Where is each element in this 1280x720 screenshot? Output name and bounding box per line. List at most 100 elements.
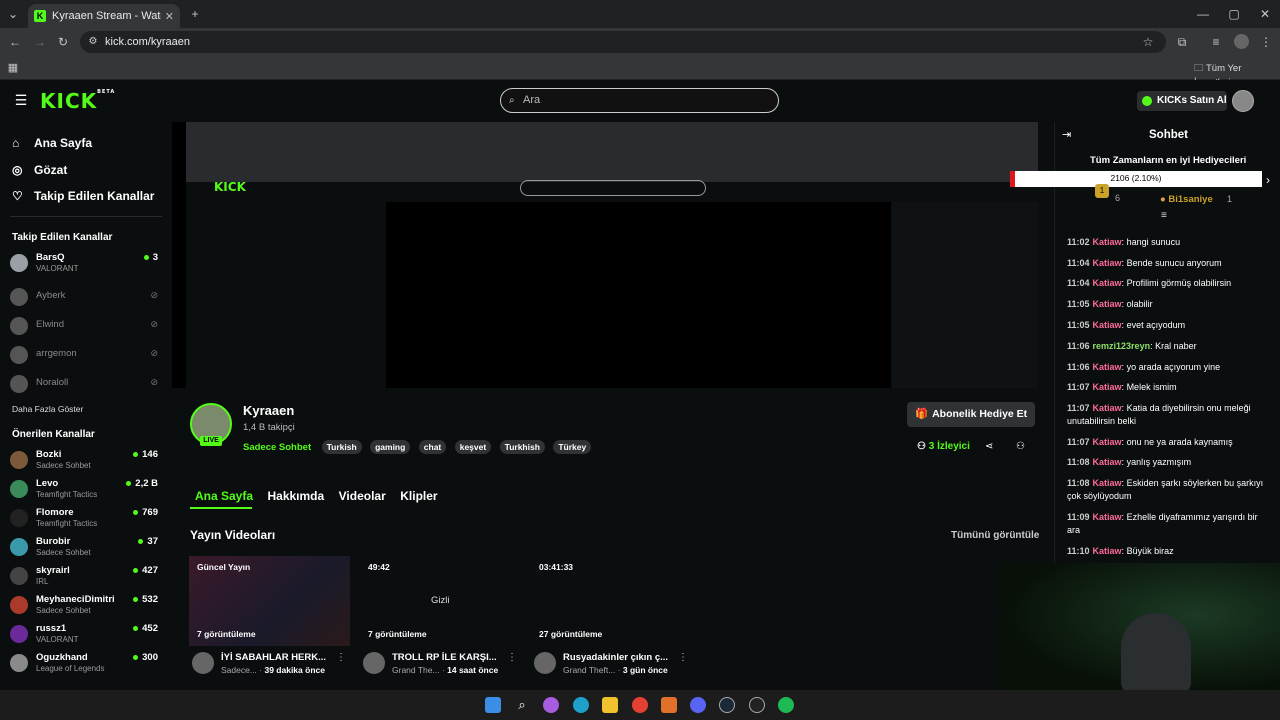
collapse-chat-icon[interactable]: ⇥ xyxy=(1062,128,1071,141)
kick-logo[interactable]: KICKBETA xyxy=(40,89,115,113)
browser-profile-avatar[interactable] xyxy=(1234,34,1249,49)
video-options-icon[interactable]: ⋮ xyxy=(336,652,346,663)
followed-channel[interactable]: Noraloll ⊘ xyxy=(10,373,160,395)
video-options-icon[interactable]: ⋮ xyxy=(507,652,517,663)
report-user-icon[interactable]: ⚇ xyxy=(1016,441,1025,452)
tab-videos[interactable]: Videolar xyxy=(339,489,386,503)
chat-username[interactable]: Katiaw xyxy=(1093,258,1122,268)
search-icon[interactable]: ⌕ xyxy=(514,697,530,713)
back-icon[interactable]: ← xyxy=(8,35,22,49)
tag-chip[interactable]: keşvet xyxy=(454,440,492,454)
video-title[interactable]: TROLL RP İLE KARŞI... xyxy=(392,652,497,663)
apps-grid-icon[interactable]: ▦ xyxy=(6,61,20,75)
recommended-channel[interactable]: MeyhaneciDimitri Sadece Sohbet 532 xyxy=(10,594,160,616)
windows-start-icon[interactable] xyxy=(485,697,501,713)
chat-username[interactable]: Katiaw xyxy=(1093,278,1122,288)
chrome-icon[interactable] xyxy=(632,697,648,713)
bookmark-star-icon[interactable]: ☆ xyxy=(1141,35,1155,49)
tag-chip[interactable]: Turkish xyxy=(321,440,362,454)
chat-title: Sohbet xyxy=(1149,129,1188,141)
chat-expand-icon[interactable]: ≡ xyxy=(1161,210,1167,221)
followed-channel[interactable]: Elwind ⊘ xyxy=(10,315,160,337)
avatar xyxy=(10,375,28,393)
browser-tab[interactable]: K Kyraaen Stream - Watch Live on ✕ xyxy=(28,4,180,28)
heart-icon: ♡ xyxy=(12,189,23,203)
discord-icon[interactable] xyxy=(690,697,706,713)
url-field[interactable]: kick.com/kyraaen xyxy=(80,31,1166,53)
forward-icon[interactable]: → xyxy=(33,35,47,49)
browser-menu-icon[interactable]: ⋮ xyxy=(1260,35,1272,49)
show-more-link[interactable]: Daha Fazla Göster xyxy=(12,404,83,414)
file-explorer-icon[interactable] xyxy=(602,697,618,713)
game-app-icon[interactable] xyxy=(749,697,765,713)
chat-username[interactable]: Katiaw xyxy=(1093,237,1122,247)
minimize-icon[interactable]: — xyxy=(1196,7,1210,21)
recommended-channel[interactable]: Bozki Sadece Sohbet 146 xyxy=(10,449,160,471)
video-card[interactable]: 49:42 Gizli 7 görüntüleme xyxy=(360,556,521,646)
reload-icon[interactable]: ↻ xyxy=(56,35,70,49)
chat-username[interactable]: Katiaw xyxy=(1093,403,1122,413)
tab-home[interactable]: Ana Sayfa xyxy=(195,489,253,503)
nav-home[interactable]: ⌂ Ana Sayfa xyxy=(12,136,92,150)
edge-icon[interactable] xyxy=(573,697,589,713)
gift-subscription-button[interactable]: 🎁 Abonelik Hediye Et xyxy=(907,402,1035,427)
recommended-channel[interactable]: Flomore Teamfight Tactics 769 xyxy=(10,507,160,529)
menu-hamburger-icon[interactable]: ☰ xyxy=(14,93,28,107)
nav-browse[interactable]: ◎ Gözat xyxy=(12,163,67,177)
viewer-count: 532 xyxy=(133,594,158,605)
media-icon[interactable]: ≡ xyxy=(1209,35,1223,49)
site-info-icon[interactable]: ⚙ xyxy=(86,35,100,49)
video-player[interactable]: KICK xyxy=(172,122,1038,388)
chat-username[interactable]: Katiaw xyxy=(1093,437,1122,447)
followed-channel[interactable]: arrgemon ⊘ xyxy=(10,344,160,366)
nav-following[interactable]: ♡ Takip Edilen Kanallar xyxy=(12,189,154,203)
close-window-icon[interactable]: ✕ xyxy=(1258,7,1272,21)
new-tab-icon[interactable]: + xyxy=(188,7,202,21)
tab-clips[interactable]: Klipler xyxy=(400,489,437,503)
extensions-icon[interactable]: ⧉ xyxy=(1175,35,1189,49)
copilot-icon[interactable] xyxy=(543,697,559,713)
channel-name[interactable]: Kyraaen xyxy=(243,403,294,418)
user-avatar[interactable] xyxy=(1232,90,1254,112)
recommended-channel[interactable]: Burobir Sadece Sohbet 37 xyxy=(10,536,160,558)
chat-username[interactable]: Katiaw xyxy=(1093,299,1122,309)
search-input[interactable]: ⌕ Ara xyxy=(500,88,779,113)
maximize-icon[interactable]: ▢ xyxy=(1227,7,1241,21)
recommended-channel[interactable]: Oguzkhand League of Legends 300 xyxy=(10,652,160,674)
gifter-name[interactable]: ● Bi1saniye xyxy=(1160,194,1213,205)
chat-message: 11:06 remzi123reyn: Kral naber xyxy=(1067,340,1267,353)
chat-username[interactable]: Katiaw xyxy=(1093,362,1122,372)
video-title[interactable]: Rusyadakinler çıkın ç... xyxy=(563,652,668,663)
chat-username[interactable]: Katiaw xyxy=(1093,320,1122,330)
recommended-channel[interactable]: skyrairl IRL 427 xyxy=(10,565,160,587)
chat-username[interactable]: Katiaw xyxy=(1093,512,1122,522)
tag-chip[interactable]: Turkhish xyxy=(499,440,545,454)
app-icon[interactable] xyxy=(661,697,677,713)
chat-username[interactable]: Katiaw xyxy=(1093,457,1122,467)
gifters-next-icon[interactable]: › xyxy=(1266,173,1270,187)
buy-kicks-button[interactable]: KICKs Satın Al xyxy=(1137,91,1227,111)
see-all-link[interactable]: Tümünü görüntüle xyxy=(951,530,1039,541)
chat-username[interactable]: Katiaw xyxy=(1093,382,1122,392)
followed-channel[interactable]: Ayberk ⊘ xyxy=(10,286,160,308)
spotify-icon[interactable] xyxy=(778,697,794,713)
video-options-icon[interactable]: ⋮ xyxy=(678,652,688,663)
share-icon[interactable]: ⋖ xyxy=(985,441,993,452)
category-link[interactable]: Sadece Sohbet xyxy=(243,442,311,453)
chat-username[interactable]: remzi123reyn xyxy=(1093,341,1151,351)
video-title[interactable]: İYİ SABAHLAR HERK... xyxy=(221,652,326,663)
video-card[interactable]: 03:41:33 27 görüntüleme xyxy=(531,556,692,646)
steam-icon[interactable] xyxy=(719,697,735,713)
close-tab-icon[interactable]: ✕ xyxy=(165,10,174,23)
tag-chip[interactable]: chat xyxy=(418,440,447,454)
chat-username[interactable]: Katiaw xyxy=(1093,546,1122,556)
tag-chip[interactable]: gaming xyxy=(370,440,411,454)
tab-about[interactable]: Hakkımda xyxy=(267,489,324,503)
chat-username[interactable]: Katiaw xyxy=(1093,478,1122,488)
tab-list-icon[interactable]: ⌄ xyxy=(6,7,20,21)
video-card[interactable]: Güncel Yayın 7 görüntüleme xyxy=(189,556,350,646)
recommended-channel[interactable]: Levo Teamfight Tactics 2,2 B xyxy=(10,478,160,500)
recommended-channel[interactable]: russz1 VALORANT 452 xyxy=(10,623,160,645)
tag-chip[interactable]: Türkey xyxy=(553,440,592,454)
followed-channel[interactable]: BarsQ VALORANT 3 xyxy=(10,252,160,274)
